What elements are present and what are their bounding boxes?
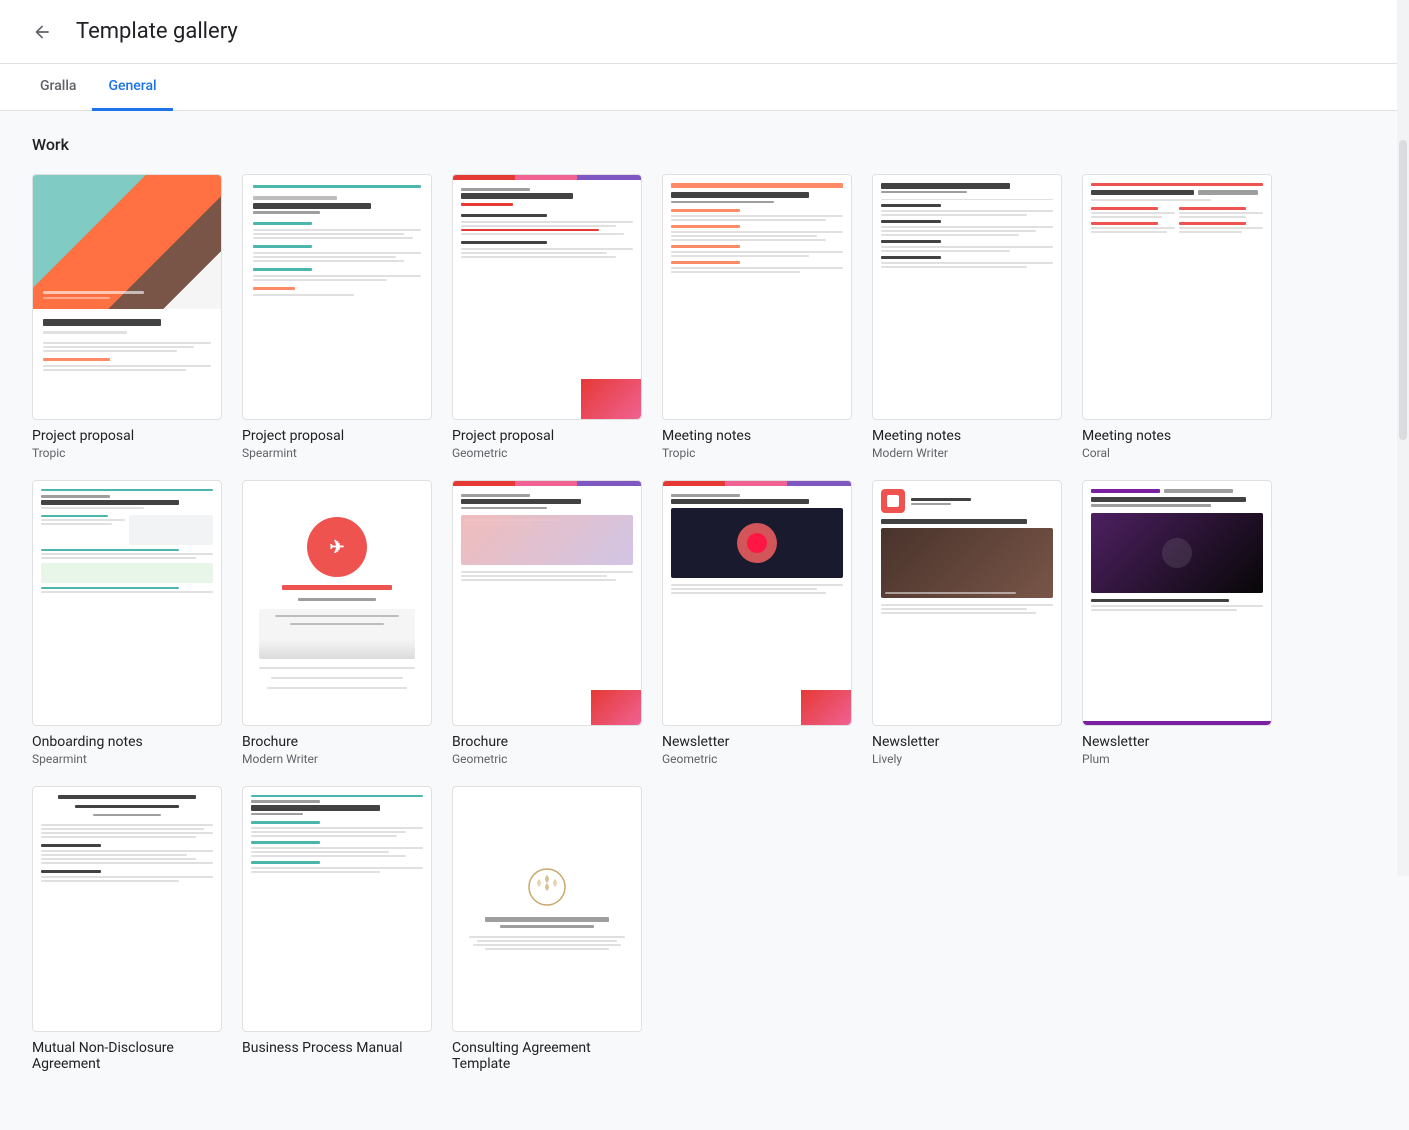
page-title: Template gallery: [76, 19, 238, 44]
template-card-mn-tropic[interactable]: Meeting notes Tropic: [662, 174, 852, 460]
template-thumb-nl-plum: [1082, 480, 1272, 726]
section-title-work: Work: [32, 135, 1377, 154]
template-grid: Project proposal Tropic: [32, 174, 1377, 1074]
template-card-nl-plum[interactable]: Newsletter Plum: [1082, 480, 1272, 766]
template-card-mn-modern[interactable]: Meeting notes Modern Writer: [872, 174, 1062, 460]
template-thumb-br-modern: ✈: [242, 480, 432, 726]
tabs-bar: Gralla General: [0, 64, 1409, 111]
template-sub-nl-plum: Plum: [1082, 752, 1272, 766]
template-thumb-bpm: [242, 786, 432, 1032]
template-thumb-on-spearmint: [32, 480, 222, 726]
template-thumb-br-geometric: [452, 480, 642, 726]
template-sub-nl-lively: Lively: [872, 752, 1062, 766]
template-card-bpm[interactable]: Business Process Manual: [242, 786, 432, 1074]
template-sub-pp-geometric: Geometric: [452, 446, 642, 460]
back-button[interactable]: [24, 14, 60, 50]
template-sub-nl-geometric: Geometric: [662, 752, 852, 766]
template-name-br-modern: Brochure: [242, 734, 432, 750]
template-thumb-mn-tropic: [662, 174, 852, 420]
template-name-on-spearmint: Onboarding notes: [32, 734, 222, 750]
template-name-nl-lively: Newsletter: [872, 734, 1062, 750]
template-card-nl-geometric[interactable]: Newsletter Geometric: [662, 480, 852, 766]
template-name-nda: Mutual Non-Disclosure Agreement: [32, 1040, 222, 1072]
tab-gralla[interactable]: Gralla: [24, 64, 92, 111]
template-name-ca: Consulting Agreement Template: [452, 1040, 642, 1072]
app-header: Template gallery: [0, 0, 1409, 64]
template-sub-pp-spearmint: Spearmint: [242, 446, 432, 460]
scrollbar[interactable]: [1397, 0, 1409, 876]
template-name-pp-geometric: Project proposal: [452, 428, 642, 444]
template-sub-mn-coral: Coral: [1082, 446, 1272, 460]
template-name-pp-spearmint: Project proposal: [242, 428, 432, 444]
scrollbar-thumb[interactable]: [1399, 140, 1407, 440]
template-name-bpm: Business Process Manual: [242, 1040, 432, 1056]
template-name-mn-modern: Meeting notes: [872, 428, 1062, 444]
template-thumb-mn-coral: [1082, 174, 1272, 420]
template-card-pp-tropic[interactable]: Project proposal Tropic: [32, 174, 222, 460]
template-card-br-geometric[interactable]: Brochure Geometric: [452, 480, 642, 766]
template-card-pp-geometric[interactable]: Project proposal Geometric: [452, 174, 642, 460]
template-name-br-geometric: Brochure: [452, 734, 642, 750]
template-thumb-ca: [452, 786, 642, 1032]
template-card-nl-lively[interactable]: Newsletter Lively: [872, 480, 1062, 766]
template-name-mn-coral: Meeting notes: [1082, 428, 1272, 444]
template-name-nl-plum: Newsletter: [1082, 734, 1272, 750]
template-thumb-nl-geometric: [662, 480, 852, 726]
template-thumb-nda: [32, 786, 222, 1032]
template-card-mn-coral[interactable]: Meeting notes Coral: [1082, 174, 1272, 460]
template-sub-on-spearmint: Spearmint: [32, 752, 222, 766]
template-thumb-mn-modern: [872, 174, 1062, 420]
template-name-mn-tropic: Meeting notes: [662, 428, 852, 444]
template-card-nda[interactable]: Mutual Non-Disclosure Agreement: [32, 786, 222, 1074]
content-area: Work: [0, 111, 1409, 1130]
template-card-pp-spearmint[interactable]: Project proposal Spearmint: [242, 174, 432, 460]
template-sub-mn-tropic: Tropic: [662, 446, 852, 460]
template-sub-pp-tropic: Tropic: [32, 446, 222, 460]
template-card-br-modern[interactable]: ✈ Brochure Modern Writer: [242, 480, 432, 766]
template-sub-br-modern: Modern Writer: [242, 752, 432, 766]
template-sub-br-geometric: Geometric: [452, 752, 642, 766]
template-card-on-spearmint[interactable]: Onboarding notes Spearmint: [32, 480, 222, 766]
template-sub-mn-modern: Modern Writer: [872, 446, 1062, 460]
template-thumb-pp-tropic: [32, 174, 222, 420]
template-name-nl-geometric: Newsletter: [662, 734, 852, 750]
template-thumb-nl-lively: [872, 480, 1062, 726]
template-thumb-pp-geometric: [452, 174, 642, 420]
template-name-pp-tropic: Project proposal: [32, 428, 222, 444]
tab-general[interactable]: General: [92, 64, 172, 111]
template-card-ca[interactable]: Consulting Agreement Template: [452, 786, 642, 1074]
template-thumb-pp-spearmint: [242, 174, 432, 420]
